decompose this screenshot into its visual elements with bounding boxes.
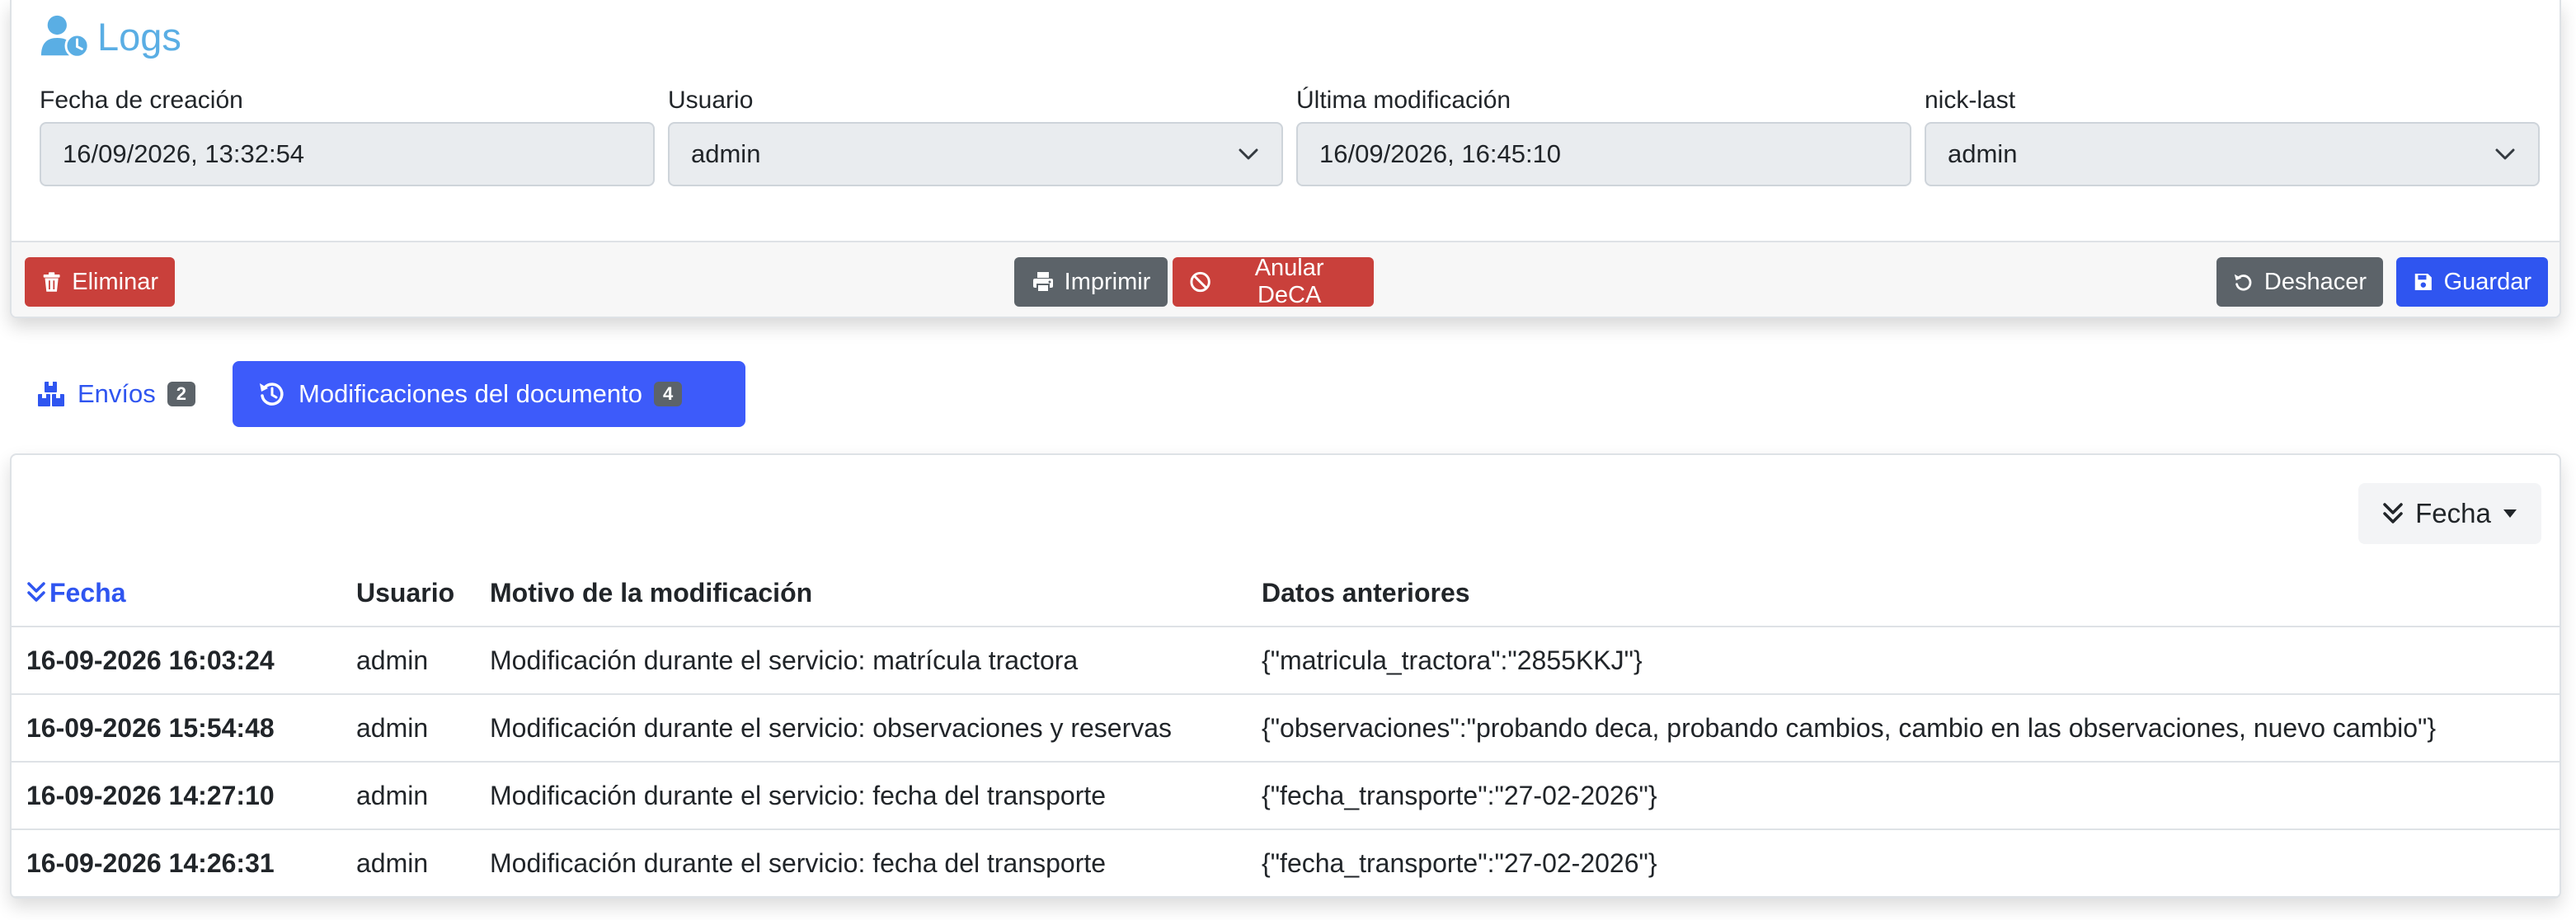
sort-dropdown-button[interactable]: Fecha: [2358, 483, 2541, 544]
nick-last-select[interactable]: admin: [1925, 122, 2540, 186]
nick-last-label: nick-last: [1925, 87, 2016, 114]
action-bar: Eliminar Imprimir Anular DeCA Deshacer G…: [12, 241, 2560, 317]
user-field: Usuario admin: [668, 86, 1283, 186]
print-button[interactable]: Imprimir: [1014, 257, 1168, 307]
annul-deca-button[interactable]: Anular DeCA: [1173, 255, 1374, 308]
modified-label: Última modificación: [1296, 87, 1511, 114]
created-field: Fecha de creación 16/09/2026, 13:32:54: [40, 86, 655, 186]
save-button[interactable]: Guardar: [2396, 257, 2548, 307]
table-row: 16-09-2026 15:54:48 admin Modificación d…: [12, 694, 2560, 763]
user-clock-icon: [40, 15, 90, 59]
modified-field: Última modificación 16/09/2026, 16:45:10: [1296, 86, 1911, 186]
annul-deca-label: Anular DeCA: [1254, 255, 1324, 308]
row-user: admin: [341, 762, 475, 830]
user-label: Usuario: [668, 87, 754, 114]
tab-envios[interactable]: Envíos 2: [25, 361, 207, 427]
caret-down-icon: [2503, 509, 2517, 518]
undo-button[interactable]: Deshacer: [2216, 257, 2383, 307]
table-row: 16-09-2026 14:26:31 admin Modificación d…: [12, 829, 2560, 897]
created-value: 16/09/2026, 13:32:54: [63, 139, 305, 168]
row-date: 16-09-2026 15:54:48: [12, 694, 341, 763]
column-header-fecha[interactable]: Fecha: [12, 561, 341, 627]
table-header-row: Fecha Usuario Motivo de la modificación …: [12, 561, 2560, 627]
modified-input[interactable]: 16/09/2026, 16:45:10: [1296, 122, 1911, 186]
undo-label: Deshacer: [2263, 268, 2367, 295]
print-label: Imprimir: [1064, 268, 1151, 295]
printer-icon: [1032, 272, 1053, 293]
nick-last-field: nick-last admin: [1925, 86, 2540, 186]
column-header-motivo[interactable]: Motivo de la modificación: [475, 561, 1247, 627]
column-header-usuario[interactable]: Usuario: [341, 561, 475, 627]
delete-button[interactable]: Eliminar: [25, 257, 175, 307]
save-icon: [2414, 273, 2432, 291]
table-row: 16-09-2026 16:03:24 admin Modificación d…: [12, 627, 2560, 695]
chevron-down-icon: [2495, 148, 2515, 160]
tab-modificaciones[interactable]: Modificaciones del documento 4: [233, 361, 745, 427]
undo-icon: [2234, 274, 2252, 291]
save-label: Guardar: [2443, 268, 2531, 295]
table-row: 16-09-2026 14:27:10 admin Modificación d…: [12, 762, 2560, 830]
sort-label: Fecha: [2415, 498, 2491, 528]
logs-title: Logs: [97, 14, 181, 59]
row-user: admin: [341, 829, 475, 897]
modifications-table: Fecha Usuario Motivo de la modificación …: [12, 561, 2560, 897]
row-reason: Modificación durante el servicio: fecha …: [475, 762, 1247, 830]
modifications-card: Fecha Fecha Usuario Motivo de la modific…: [10, 453, 2561, 899]
logs-header: Logs: [40, 13, 181, 59]
row-reason: Modificación durante el servicio: matríc…: [475, 627, 1247, 695]
row-reason: Modificación durante el servicio: fecha …: [475, 829, 1247, 897]
nick-last-value: admin: [1948, 139, 2018, 168]
angles-down-icon: [2383, 503, 2403, 523]
modified-value: 16/09/2026, 16:45:10: [1319, 139, 1562, 168]
created-label: Fecha de creación: [40, 87, 243, 114]
tab-envios-label: Envíos: [78, 379, 156, 408]
trash-icon: [43, 272, 60, 292]
column-header-datos-anteriores[interactable]: Datos anteriores: [1247, 561, 2560, 627]
boxes-icon: [38, 382, 64, 406]
row-previous-data: {"fecha_transporte":"27-02-2026"}: [1247, 762, 2560, 830]
row-date: 16-09-2026 14:27:10: [12, 762, 341, 830]
row-previous-data: {"matricula_tractora":"2855KKJ"}: [1247, 627, 2560, 695]
delete-label: Eliminar: [72, 268, 158, 295]
created-input[interactable]: 16/09/2026, 13:32:54: [40, 122, 655, 186]
row-previous-data: {"fecha_transporte":"27-02-2026"}: [1247, 829, 2560, 897]
logs-card: Logs Fecha de creación 16/09/2026, 13:32…: [10, 0, 2561, 318]
tab-envios-count-badge: 2: [167, 382, 196, 406]
user-select[interactable]: admin: [668, 122, 1283, 186]
user-value: admin: [691, 139, 761, 168]
history-icon: [260, 383, 284, 406]
ban-icon: [1190, 271, 1210, 293]
chevron-down-icon: [1239, 148, 1258, 160]
column-header-fecha-label: Fecha: [49, 578, 126, 608]
row-previous-data: {"observaciones":"probando deca, proband…: [1247, 694, 2560, 763]
row-reason: Modificación durante el servicio: observ…: [475, 694, 1247, 763]
row-user: admin: [341, 694, 475, 763]
tab-modificaciones-count-badge: 4: [654, 382, 683, 406]
tab-modificaciones-label: Modificaciones del documento: [298, 379, 643, 408]
angles-down-icon: [27, 582, 45, 602]
row-date: 16-09-2026 16:03:24: [12, 627, 341, 695]
row-user: admin: [341, 627, 475, 695]
row-date: 16-09-2026 14:26:31: [12, 829, 341, 897]
